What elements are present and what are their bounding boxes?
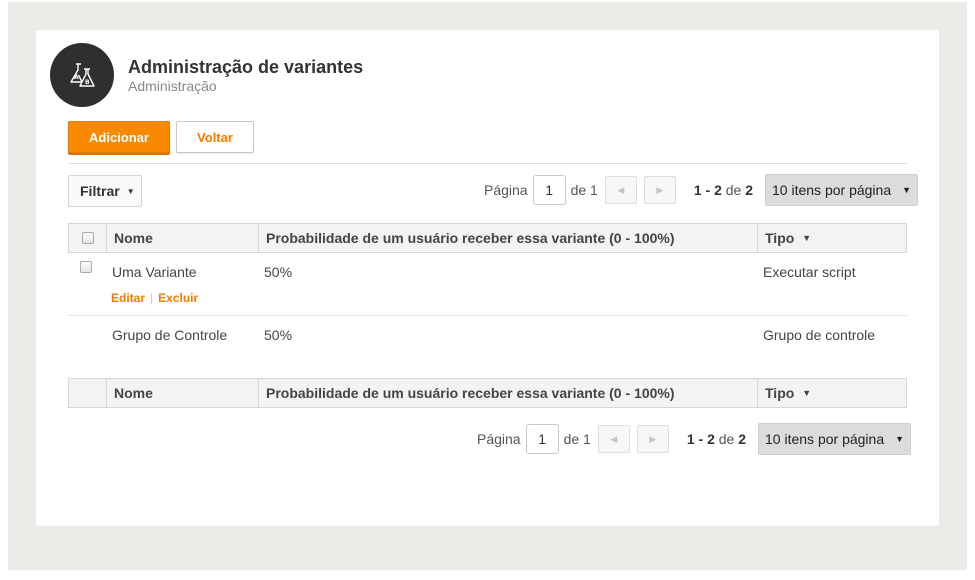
variant-name: Uma Variante — [112, 264, 197, 280]
logo: A B — [50, 43, 114, 107]
svg-text:A: A — [74, 74, 79, 81]
ab-test-flask-icon: A B — [70, 63, 95, 87]
page-label: Página — [484, 182, 528, 198]
filter-label: Filtrar — [80, 183, 120, 199]
column-header-type[interactable]: Tipo ▼ — [757, 379, 906, 407]
variant-type: Grupo de controle — [763, 327, 876, 343]
column-header-name[interactable]: Nome — [106, 224, 258, 252]
next-page-button[interactable]: ▶ — [636, 425, 669, 453]
table-footer-header: Nome Probabilidade de um usuário receber… — [68, 378, 907, 408]
column-header-type[interactable]: Tipo ▼ — [757, 224, 906, 252]
sort-down-icon: ▼ — [802, 388, 812, 398]
per-page-select[interactable]: 10 itens por página ▼ — [758, 423, 912, 455]
page-of-label: de 1 — [570, 182, 598, 198]
column-header-name[interactable]: Nome — [106, 379, 258, 407]
caret-down-icon: ▼ — [902, 185, 912, 195]
page-title: Administração de variantes — [128, 57, 364, 77]
page-of-label: de 1 — [563, 431, 591, 447]
column-header-probability[interactable]: Probabilidade de um usuário receber essa… — [258, 224, 757, 252]
variant-type: Executar script — [763, 264, 856, 280]
chevron-right-icon: ▶ — [656, 184, 664, 195]
variant-name: Grupo de Controle — [112, 327, 228, 343]
chevron-right-icon: ▶ — [649, 433, 657, 444]
filter-dropdown[interactable]: Filtrar ▼ — [68, 175, 142, 207]
row-actions: Editar | Excluir — [111, 291, 199, 305]
page-number-input[interactable] — [532, 175, 566, 205]
divider — [68, 163, 907, 164]
column-header-probability[interactable]: Probabilidade de um usuário receber essa… — [258, 379, 757, 407]
caret-down-icon: ▼ — [126, 186, 135, 196]
delete-link[interactable]: Excluir — [158, 291, 198, 305]
svg-text:B: B — [85, 79, 90, 86]
range-text: 1 - 2 de 2 — [686, 431, 747, 447]
select-all-checkbox[interactable] — [81, 232, 94, 244]
chevron-left-icon: ◀ — [617, 184, 625, 195]
sort-down-icon: ▼ — [802, 233, 812, 243]
page-label: Página — [477, 431, 521, 447]
back-button[interactable]: Voltar — [176, 121, 254, 153]
prev-page-button[interactable]: ◀ — [597, 425, 630, 453]
add-button[interactable]: Adicionar — [68, 121, 170, 153]
edit-link[interactable]: Editar — [111, 291, 145, 305]
variant-probability: 50% — [264, 327, 293, 343]
pagination-top: Página de 1 ◀ ▶ 1 - 2 de 2 10 itens por … — [484, 174, 919, 206]
variant-probability: 50% — [264, 264, 293, 280]
row-divider — [68, 315, 907, 316]
page-number-input[interactable] — [525, 424, 559, 454]
caret-down-icon: ▼ — [895, 434, 905, 444]
row-checkbox[interactable] — [80, 261, 92, 273]
next-page-button[interactable]: ▶ — [643, 176, 676, 204]
chevron-left-icon: ◀ — [610, 433, 618, 444]
range-text: 1 - 2 de 2 — [693, 182, 754, 198]
pagination-bottom: Página de 1 ◀ ▶ 1 - 2 de 2 10 itens por … — [477, 423, 912, 455]
page-subtitle: Administração — [128, 78, 217, 94]
prev-page-button[interactable]: ◀ — [604, 176, 637, 204]
per-page-select[interactable]: 10 itens por página ▼ — [765, 174, 919, 206]
table-header: Nome Probabilidade de um usuário receber… — [68, 223, 907, 253]
